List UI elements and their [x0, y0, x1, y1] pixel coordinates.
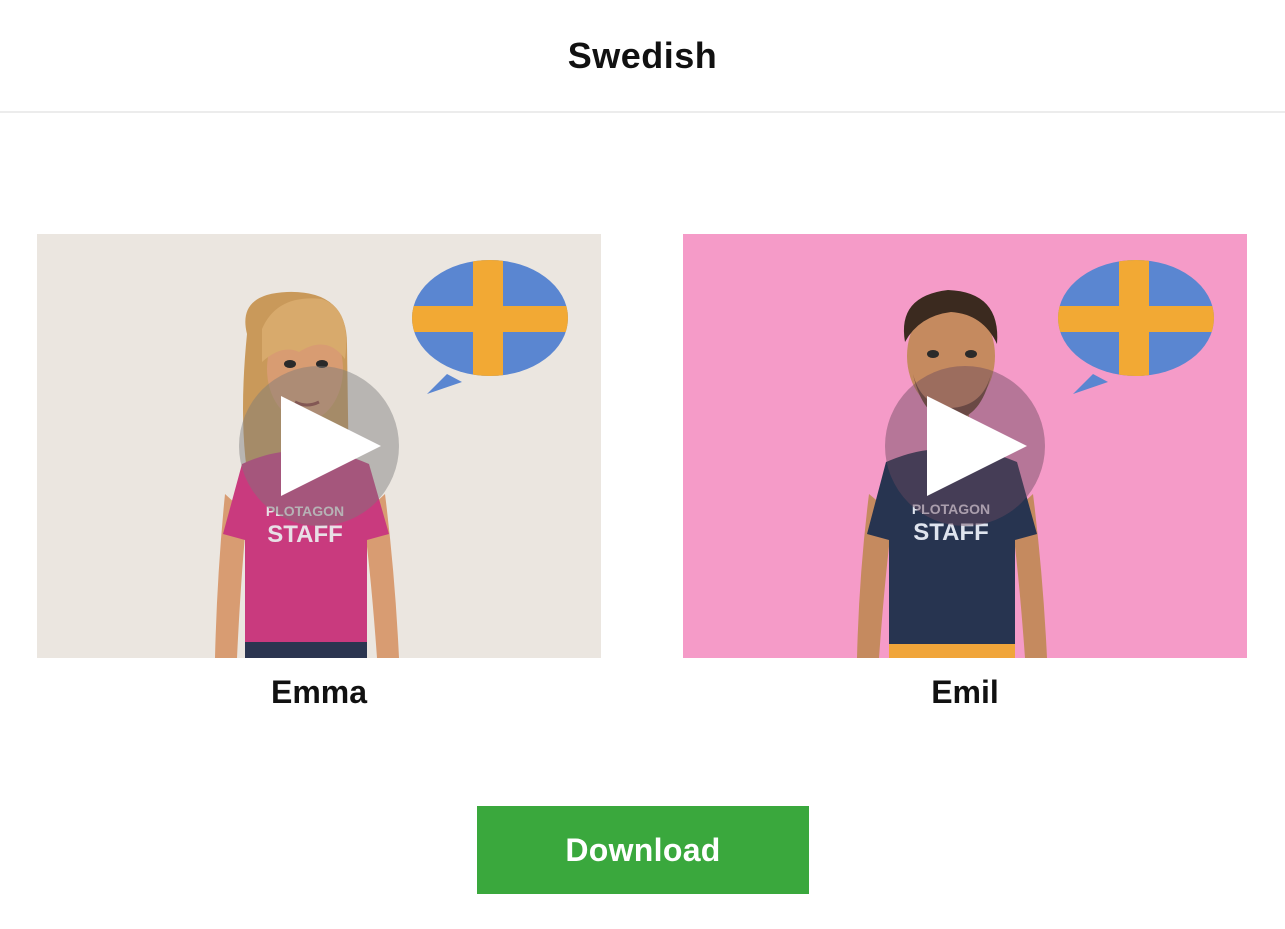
play-icon [885, 366, 1045, 526]
shirt-text-emma-2: STAFF [267, 521, 343, 548]
video-thumbnail-emil[interactable]: PLOTAGON STAFF [683, 234, 1247, 658]
page-title: Swedish [567, 34, 718, 76]
voice-name-emma: Emma [270, 674, 368, 710]
download-button[interactable]: Download [477, 806, 809, 894]
video-thumbnail-emma[interactable]: PLOTAGON STAFF [37, 234, 601, 658]
voice-card-emma: PLOTAGON STAFF Emma [37, 234, 601, 711]
page-header: Swedish [0, 0, 1285, 113]
play-icon [239, 366, 399, 526]
voice-name-emil: Emil [931, 674, 999, 710]
voice-card-emil: PLOTAGON STAFF Emil [683, 234, 1247, 711]
